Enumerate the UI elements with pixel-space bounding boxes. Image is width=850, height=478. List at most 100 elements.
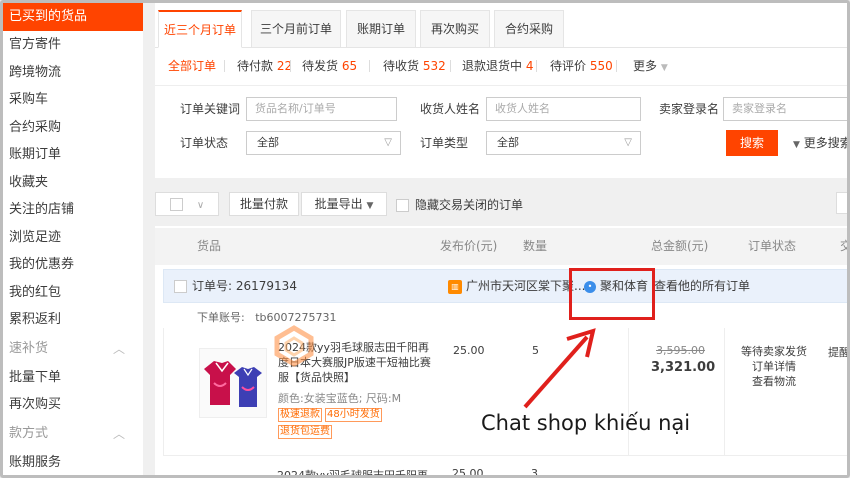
annotation-caption: Chat shop khiếu nại: [481, 411, 691, 435]
next-product-title[interactable]: 2024款yy羽毛球服志田千阳再: [277, 467, 428, 475]
bulk-pay-button[interactable]: 批量付款: [229, 192, 299, 216]
original-total: 3,595.00: [656, 344, 705, 357]
col-qty: 数量: [523, 239, 548, 253]
sidebar-item-credit-orders[interactable]: 账期订单: [3, 141, 143, 169]
order-checkbox-wrap[interactable]: [174, 270, 187, 302]
sidebar-item-followed-shops[interactable]: 关注的店铺: [3, 196, 143, 224]
label-order-status: 订单状态: [180, 136, 229, 150]
sidebar-item-rebates[interactable]: 累积返利: [3, 306, 143, 334]
jersey-image: [204, 361, 262, 407]
tab-older-orders[interactable]: 三个月前订单: [251, 10, 341, 48]
tab-rebuy[interactable]: 再次购买: [420, 10, 490, 48]
tag-48h-ship: 48小时发货: [325, 408, 382, 422]
sidebar-section-payment[interactable]: 款方式 ︿: [3, 419, 143, 449]
select-all-checkbox[interactable]: [169, 198, 183, 211]
sidebar-item-cart[interactable]: 采购车: [3, 86, 143, 114]
order-keyword-input[interactable]: 货品名称/订单号: [246, 97, 397, 121]
col-total: 总金额(元): [651, 239, 709, 253]
sidebar-item-contract-purchase[interactable]: 合约采购: [3, 114, 143, 142]
main-content: 近三个月订单 三个月前订单 账期订单 再次购买 合约采购 全部订单 待付款 22…: [155, 3, 847, 478]
filter-pending-receipt[interactable]: 待收货 532: [383, 55, 446, 77]
scrollbar-stub[interactable]: [836, 192, 847, 214]
label-seller: 卖家登录名: [659, 102, 720, 116]
shop-icon: ▥: [448, 279, 462, 294]
col-trade: 交: [840, 228, 847, 265]
item-price: 25.00: [453, 344, 485, 357]
order-details-link[interactable]: 订单详情: [736, 359, 812, 374]
chevron-down-icon: ▽: [624, 137, 632, 148]
sidebar-item-official-shipping[interactable]: 官方寄件: [3, 31, 143, 59]
chevron-down-icon: ∨: [196, 200, 205, 211]
more-search-toggle[interactable]: ▼ 更多搜索条: [793, 130, 847, 158]
seller-input[interactable]: 卖家登录名: [723, 97, 847, 121]
tag-fast-refund: 极速退款: [278, 408, 322, 422]
order-type-select[interactable]: 全部 ▽: [486, 131, 641, 155]
product-attributes: 颜色:女装宝蓝色; 尺码:M: [278, 392, 402, 405]
next-item-price: 25.00: [452, 467, 484, 478]
remind-link[interactable]: 提醒: [828, 344, 847, 360]
select-all-dropdown[interactable]: ∨: [155, 192, 219, 216]
sidebar-item-purchased[interactable]: 已买到的货品: [3, 3, 143, 31]
label-order-type: 订单类型: [420, 136, 469, 150]
sidebar-item-coupons[interactable]: 我的优惠券: [3, 251, 143, 279]
order-total: 3,321.00: [651, 360, 716, 375]
filter-pending-review[interactable]: 待评价 550: [550, 55, 613, 77]
view-logistics-link[interactable]: 查看物流: [736, 374, 812, 389]
view-all-orders-link[interactable]: 查看他的所有订单: [654, 270, 750, 302]
sidebar: 已买到的货品 官方寄件 跨境物流 采购车 合约采购 账期订单 收藏夹 关注的店铺…: [3, 3, 143, 476]
tab-recent-3-months[interactable]: 近三个月订单: [158, 10, 242, 48]
col-status: 订单状态: [748, 239, 797, 253]
caret-down-icon: ▼: [366, 201, 374, 211]
chevron-up-icon[interactable]: ︿: [113, 419, 125, 449]
search-button[interactable]: 搜索: [726, 130, 778, 156]
product-thumbnail[interactable]: [199, 348, 267, 418]
seller-chat-highlight-box: [569, 268, 655, 320]
next-item-qty: 3: [531, 467, 538, 478]
next-item-row: 2024款yy羽毛球服志田千阳再 25.00 3: [163, 457, 847, 478]
order-tabs: 近三个月订单 三个月前订单 账期订单 再次购买 合约采购: [155, 10, 847, 48]
filter-all-orders[interactable]: 全部订单: [168, 55, 216, 77]
col-price: 发布价(元): [440, 239, 498, 253]
hide-closed-toggle[interactable]: 隐藏交易关闭的订单: [396, 196, 523, 213]
order-checkbox[interactable]: [174, 280, 187, 293]
watermark-logo: [271, 324, 317, 371]
sidebar-item-credit-service[interactable]: 账期服务: [3, 449, 143, 476]
label-order-keyword: 订单关键词: [180, 102, 241, 116]
sidebar-section-quick-restock[interactable]: 速补货 ︿: [3, 334, 143, 364]
order-status: 等待卖家发货 订单详情 查看物流: [736, 344, 812, 389]
caret-down-icon: ▼: [793, 140, 800, 150]
order-number: 订单号: 26179134: [192, 279, 297, 293]
chevron-up-icon[interactable]: ︿: [113, 334, 125, 364]
tab-contract-purchase[interactable]: 合约采购: [494, 10, 564, 48]
filter-refunding[interactable]: 退款退货中 4: [462, 55, 533, 77]
section-label: 速补货: [9, 340, 49, 356]
filter-pending-shipment[interactable]: 待发货 65: [302, 55, 357, 77]
filter-pending-payment[interactable]: 待付款 22: [237, 55, 292, 77]
status-filter-row: 全部订单 待付款 22 待发货 65 待收货 532 退款退货中 4 待评价 5…: [155, 55, 847, 79]
col-goods: 货品: [197, 239, 222, 253]
hide-closed-checkbox[interactable]: [396, 199, 409, 212]
order-header: 订单号: 26179134 ▥ 广州市天河区棠下聚... • 聚和体育 查看他的所有…: [163, 269, 847, 303]
sidebar-item-bulk-order[interactable]: 批量下单: [3, 364, 143, 392]
sidebar-item-red-packets[interactable]: 我的红包: [3, 279, 143, 307]
label-receiver: 收货人姓名: [420, 102, 481, 116]
status-text: 等待卖家发货: [741, 345, 807, 358]
sidebar-item-history[interactable]: 浏览足迹: [3, 224, 143, 252]
bulk-export-button[interactable]: 批量导出 ▼: [301, 192, 387, 216]
order-item-row: 2024款yy羽毛球服志田千阳再度日本大赛服JP版速干短袖比赛服【货品快照】 颜…: [163, 328, 847, 456]
sidebar-item-favorites[interactable]: 收藏夹: [3, 169, 143, 197]
tab-credit-orders[interactable]: 账期订单: [346, 10, 416, 48]
receiver-input[interactable]: 收货人姓名: [486, 97, 641, 121]
order-table-header: 货品 发布价(元) 数量 总金额(元) 订单状态 交: [155, 228, 847, 265]
filter-more[interactable]: 更多 ▼: [633, 55, 668, 79]
tag-free-return: 退货包运费: [278, 425, 332, 439]
pointer-arrow-icon: [523, 328, 596, 409]
screenshot-frame: 已买到的货品 官方寄件 跨境物流 采购车 合约采购 账期订单 收藏夹 关注的店铺…: [0, 0, 850, 478]
section-label: 款方式: [9, 425, 49, 441]
order-status-select[interactable]: 全部 ▽: [246, 131, 401, 155]
shop-location[interactable]: ▥ 广州市天河区棠下聚...: [448, 270, 585, 302]
sidebar-item-rebuy[interactable]: 再次购买: [3, 391, 143, 419]
chevron-down-icon: ▽: [384, 137, 392, 148]
sidebar-item-crossborder-logistics[interactable]: 跨境物流: [3, 59, 143, 87]
chevron-down-icon: ▼: [660, 63, 668, 73]
